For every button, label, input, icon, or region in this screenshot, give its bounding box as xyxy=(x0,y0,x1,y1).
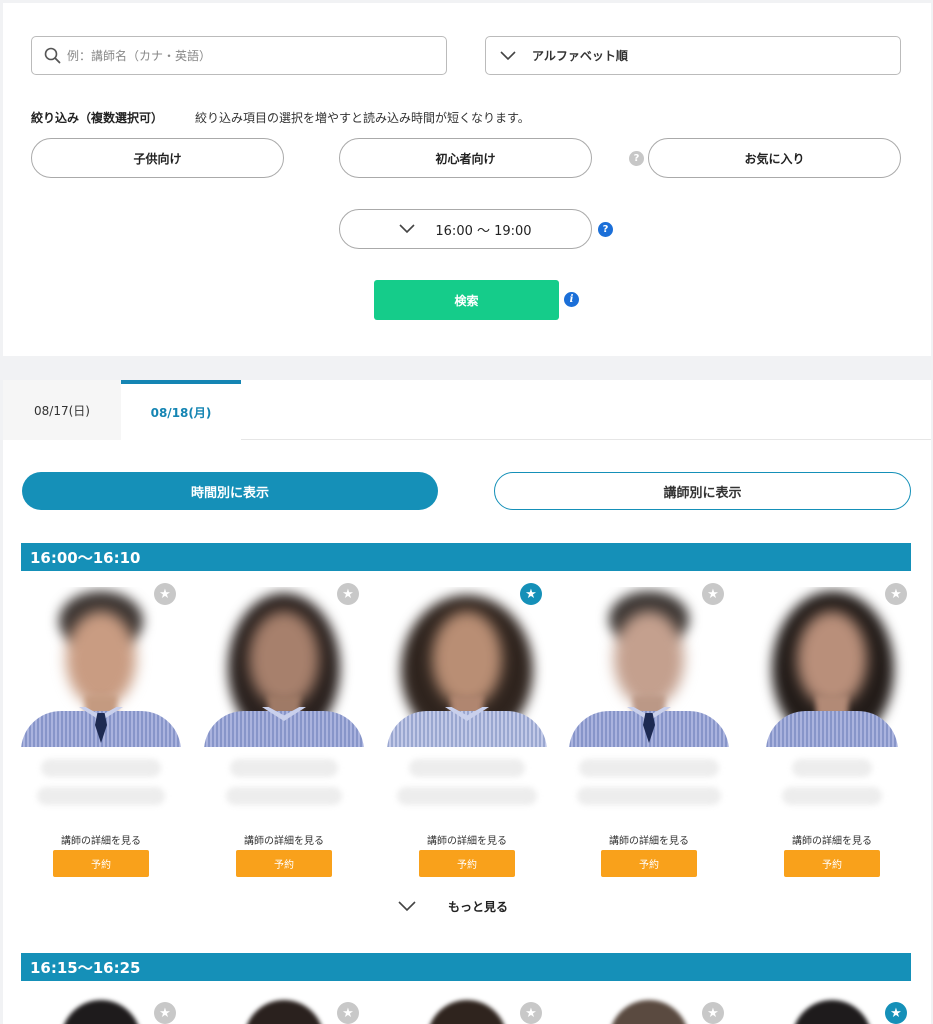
show-more-label: もっと見る xyxy=(448,900,509,914)
teacher-country-redacted xyxy=(577,787,721,805)
tab-date-0817[interactable]: 08/17(日) xyxy=(3,380,121,440)
teacher-card: ★ 講師の詳細を見る 予約 xyxy=(752,583,912,887)
teacher-country-redacted xyxy=(37,787,165,805)
filter-beginner-button[interactable]: 初心者向け xyxy=(339,138,592,178)
search-button[interactable]: 検索 xyxy=(374,280,559,320)
teacher-name-redacted xyxy=(230,759,338,777)
sort-select[interactable]: アルファベット順 xyxy=(485,36,901,75)
time-slot-header: 16:15〜16:25 xyxy=(21,953,911,981)
teacher-name-redacted xyxy=(579,759,719,777)
filter-panel: アルファベット順 絞り込み（複数選択可） 絞り込み項目の選択を増やすと読み込み時… xyxy=(3,3,931,356)
teacher-name-redacted xyxy=(792,759,872,777)
teacher-detail-link[interactable]: 講師の詳細を見る xyxy=(21,832,181,847)
favorite-star-icon[interactable]: ★ xyxy=(337,583,359,605)
date-tabs: 08/17(日) 08/18(月) xyxy=(3,380,931,441)
filter-kids-label: 子供向け xyxy=(133,151,182,166)
teacher-photo[interactable] xyxy=(569,587,729,747)
favorite-star-icon[interactable]: ★ xyxy=(154,583,176,605)
search-button-label: 検索 xyxy=(454,293,479,308)
teacher-photo[interactable] xyxy=(609,1000,689,1024)
teacher-country-redacted xyxy=(397,787,537,805)
chevron-down-icon xyxy=(398,901,416,912)
reserve-button[interactable]: 予約 xyxy=(236,850,332,877)
tab-label: 08/17(日) xyxy=(34,403,90,418)
teacher-card: ★ 講師の詳細を見る 予約 xyxy=(204,583,364,887)
info-icon[interactable]: i xyxy=(564,292,579,307)
teacher-photo[interactable] xyxy=(752,587,912,747)
search-field[interactable] xyxy=(31,36,447,75)
filter-title: 絞り込み（複数選択可） xyxy=(31,111,164,125)
teacher-detail-link[interactable]: 講師の詳細を見る xyxy=(204,832,364,847)
help-icon[interactable]: ? xyxy=(598,222,613,237)
view-by-teacher-button[interactable]: 講師別に表示 xyxy=(494,472,911,510)
filter-kids-button[interactable]: 子供向け xyxy=(31,138,284,178)
view-by-time-label: 時間別に表示 xyxy=(190,485,269,501)
favorite-star-icon[interactable]: ★ xyxy=(154,1002,176,1024)
filter-note: 絞り込み項目の選択を増やすと読み込み時間が短くなります。 xyxy=(195,111,530,125)
reserve-button[interactable]: 予約 xyxy=(53,850,149,877)
teacher-detail-link[interactable]: 講師の詳細を見る xyxy=(387,832,547,847)
teacher-name-redacted xyxy=(41,759,161,777)
view-by-time-button[interactable]: 時間別に表示 xyxy=(22,472,438,510)
teacher-photo[interactable] xyxy=(427,1000,507,1024)
time-slot-label: 16:15〜16:25 xyxy=(30,958,141,977)
teacher-photo[interactable] xyxy=(21,587,181,747)
teacher-photo[interactable] xyxy=(792,1000,872,1024)
filter-favorites-label: お気に入り xyxy=(744,151,805,166)
teacher-country-redacted xyxy=(782,787,882,805)
help-icon[interactable]: ? xyxy=(629,151,644,166)
favorite-star-icon[interactable]: ★ xyxy=(885,583,907,605)
reserve-button[interactable]: 予約 xyxy=(419,850,515,877)
time-slot-header: 16:00〜16:10 xyxy=(21,543,911,571)
teacher-photo[interactable] xyxy=(61,1000,141,1024)
reserve-button[interactable]: 予約 xyxy=(784,850,880,877)
tab-label: 08/18(月) xyxy=(150,406,212,420)
teacher-detail-link[interactable]: 講師の詳細を見る xyxy=(569,832,729,847)
favorite-star-icon[interactable]: ★ xyxy=(885,1002,907,1024)
search-input[interactable] xyxy=(67,48,407,63)
favorite-star-icon[interactable]: ★ xyxy=(702,1002,724,1024)
sort-label: アルファベット順 xyxy=(532,49,628,63)
favorite-star-icon[interactable]: ★ xyxy=(702,583,724,605)
favorite-star-icon[interactable]: ★ xyxy=(337,1002,359,1024)
time-range-label: 16:00 ～ 19:00 xyxy=(435,223,532,239)
teacher-photo[interactable] xyxy=(204,587,364,747)
teacher-country-redacted xyxy=(226,787,342,805)
chevron-down-icon xyxy=(500,50,516,60)
chevron-down-icon xyxy=(399,224,415,234)
favorite-star-icon[interactable]: ★ xyxy=(520,1002,542,1024)
teacher-detail-link[interactable]: 講師の詳細を見る xyxy=(752,832,912,847)
favorite-star-icon[interactable]: ★ xyxy=(520,583,542,605)
results-panel: 08/17(日) 08/18(月) 時間別に表示 講師別に表示 16:00〜16… xyxy=(3,380,931,1024)
teacher-card: ★ 講師の詳細を見る 予約 xyxy=(387,583,547,887)
time-range-select[interactable]: 16:00 ～ 19:00 xyxy=(339,209,592,249)
view-by-teacher-label: 講師別に表示 xyxy=(663,485,742,501)
teacher-photo[interactable] xyxy=(244,1000,324,1024)
teacher-card: ★ 講師の詳細を見る 予約 xyxy=(569,583,729,887)
filter-favorites-button[interactable]: お気に入り xyxy=(648,138,901,178)
search-icon xyxy=(44,47,61,64)
time-slot-label: 16:00〜16:10 xyxy=(30,548,141,567)
filter-beginner-label: 初心者向け xyxy=(435,151,496,166)
reserve-button[interactable]: 予約 xyxy=(601,850,697,877)
tab-date-0818[interactable]: 08/18(月) xyxy=(121,380,241,441)
teacher-card: ★ 講師の詳細を見る 予約 xyxy=(21,583,181,887)
teacher-name-redacted xyxy=(409,759,525,777)
teacher-photo[interactable] xyxy=(387,587,547,747)
show-more-button[interactable]: もっと見る xyxy=(398,898,508,915)
